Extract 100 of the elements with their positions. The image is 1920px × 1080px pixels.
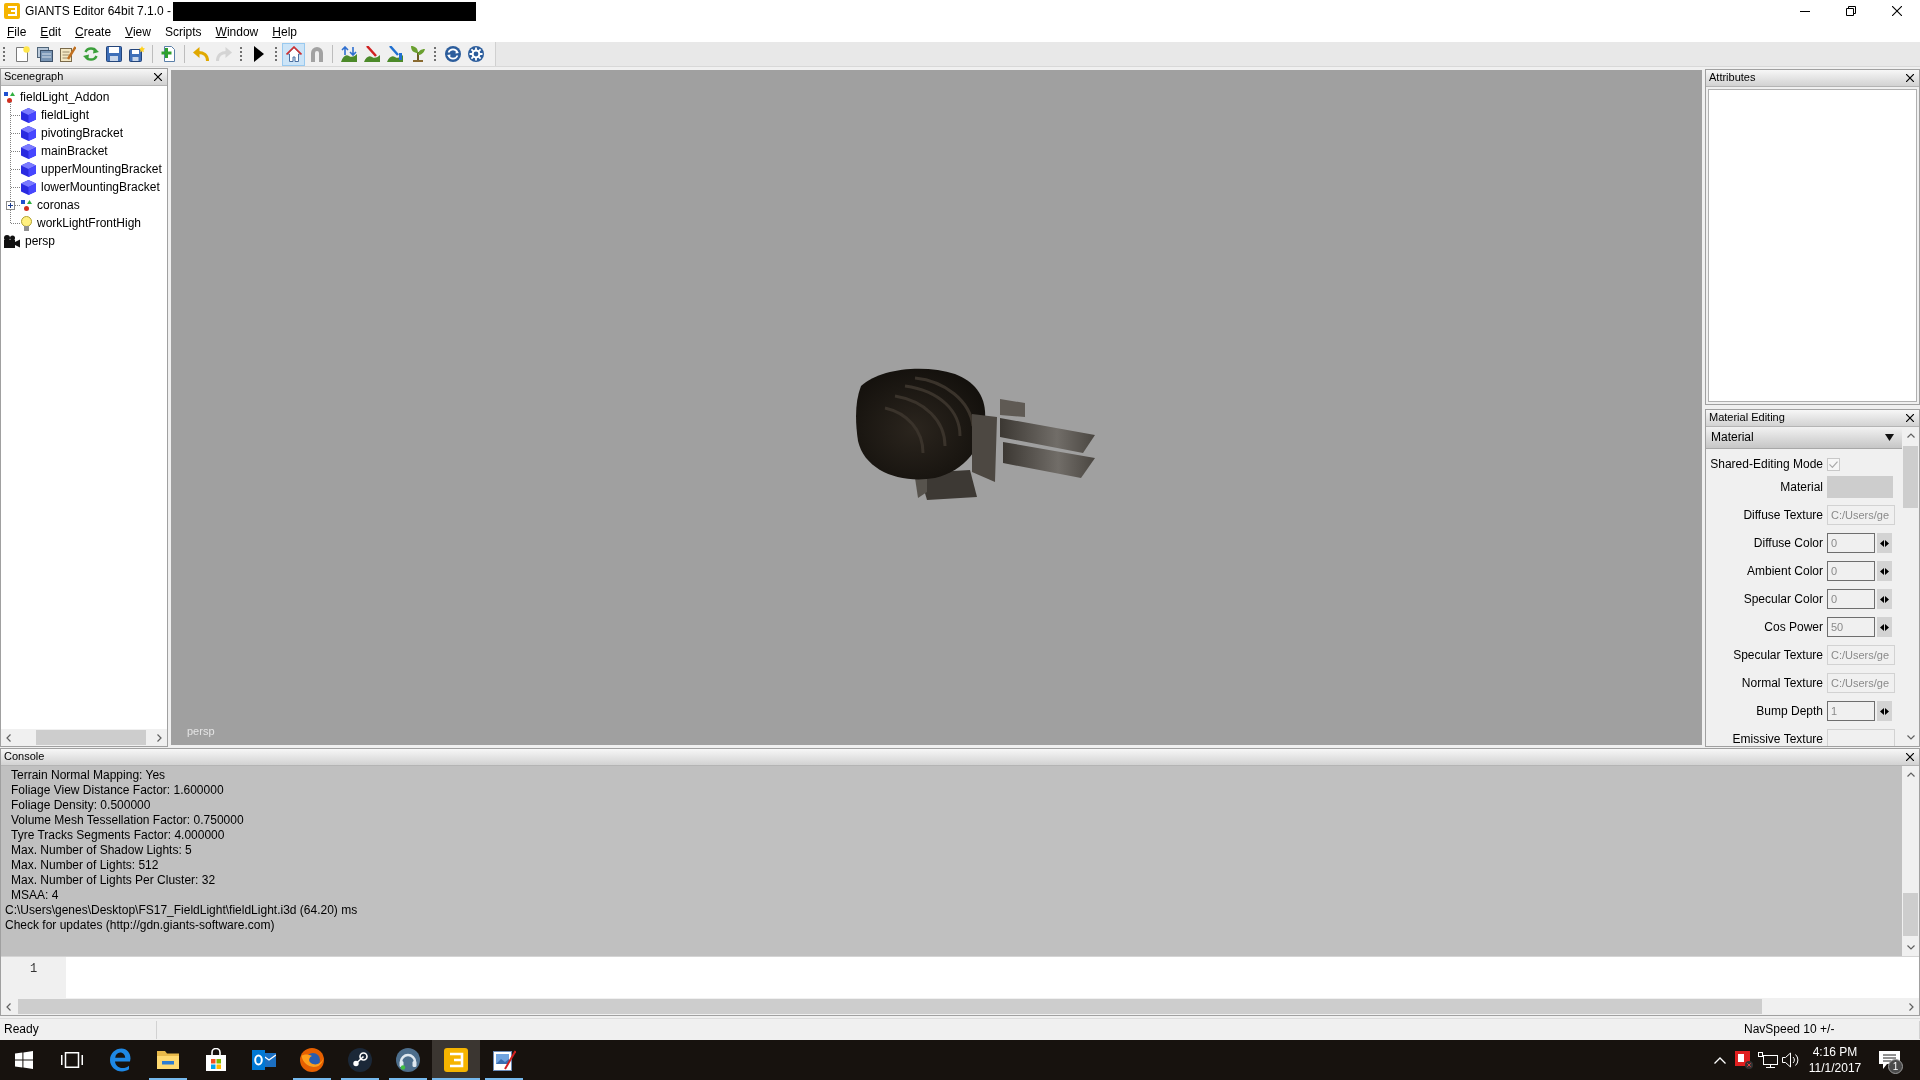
- console-line: Foliage View Distance Factor: 1.600000: [10, 783, 225, 798]
- gear-icon: [467, 46, 484, 62]
- spin-arrows-icon: [1880, 623, 1889, 631]
- tree-item[interactable]: fieldLight: [41, 107, 90, 123]
- tree-item[interactable]: lowerMountingBracket: [41, 179, 160, 195]
- console-line: Max. Number of Lights Per Cluster: 32: [10, 873, 217, 888]
- menu-item[interactable]: View: [118, 22, 158, 42]
- close-icon: [1892, 6, 1902, 16]
- hill-arrows-icon: [340, 46, 357, 62]
- notification-button[interactable]: 1: [1869, 1040, 1909, 1080]
- menu-item[interactable]: Edit: [33, 22, 69, 42]
- console-line: MSAA: 4: [10, 888, 60, 903]
- field-label: Diffuse Texture: [1742, 507, 1823, 523]
- spin-button[interactable]: [1877, 561, 1892, 581]
- menu-item[interactable]: Scripts: [157, 22, 209, 42]
- save-icon: [105, 46, 122, 62]
- spin-button[interactable]: [1877, 701, 1892, 721]
- cube-icon: [21, 179, 36, 195]
- spin-arrows-icon: [1880, 567, 1889, 575]
- disc-logo-icon: [348, 1048, 372, 1072]
- viewport-label: persp: [187, 724, 215, 738]
- app-logo-icon: [444, 1048, 468, 1072]
- fox-globe-icon: [300, 1048, 324, 1072]
- tree-item[interactable]: fieldLight_Addon: [20, 89, 110, 105]
- spin-button[interactable]: [1877, 617, 1892, 637]
- close-icon: [1905, 753, 1914, 761]
- scrollbar-thumb[interactable]: [18, 999, 1762, 1014]
- tree-item[interactable]: persp: [25, 233, 56, 249]
- spin-button[interactable]: [1877, 533, 1892, 553]
- panel-close-button[interactable]: [151, 70, 164, 84]
- console-line: Terrain Normal Mapping: Yes: [10, 768, 167, 783]
- cube-icon: [21, 107, 36, 123]
- chevron-down-icon[interactable]: [1906, 945, 1915, 950]
- tree-item[interactable]: workLightFrontHigh: [37, 215, 142, 231]
- field-label: Bump Depth: [1755, 703, 1823, 719]
- console-line: Foliage Density: 0.500000: [10, 798, 152, 813]
- taskbar-button[interactable]: [432, 1040, 480, 1080]
- redo-icon: [215, 46, 232, 62]
- console-line: Tyre Tracks Segments Factor: 4.000000: [10, 828, 226, 843]
- field-label: Normal Texture: [1740, 675, 1823, 691]
- shapes-icon: [21, 199, 32, 211]
- network-icon: [1757, 1052, 1778, 1068]
- tree-item[interactable]: upperMountingBracket: [41, 161, 162, 177]
- volume-icon: [1781, 1052, 1799, 1068]
- shopping-bag-icon: [204, 1048, 228, 1072]
- start-icon: [15, 1051, 33, 1069]
- field-label: Specular Texture: [1732, 647, 1823, 663]
- field-label: Diffuse Color: [1752, 535, 1823, 551]
- triangle-down-icon: [1885, 434, 1894, 441]
- refresh-icon: [82, 46, 99, 62]
- nav-speed-text: NavSpeed 10 +/-: [1744, 1020, 1920, 1039]
- mail-app-icon: [252, 1048, 276, 1072]
- field-label: Specular Color: [1742, 591, 1823, 607]
- spin-button[interactable]: [1877, 589, 1892, 609]
- plus-box-icon[interactable]: [6, 201, 15, 210]
- panel-close-button[interactable]: [1903, 411, 1916, 425]
- headset-icon: [396, 1048, 420, 1072]
- field-label: Shared-Editing Mode: [1709, 456, 1823, 472]
- console-line: Volume Mesh Tessellation Factor: 0.750000: [10, 813, 245, 828]
- console-line: C:\Users\genes\Desktop\FS17_FieldLight\fieldLight.i3d (64.20) ms: [4, 903, 359, 918]
- tree-item[interactable]: mainBracket: [41, 143, 108, 159]
- sprout-icon: [409, 46, 426, 62]
- tree-item[interactable]: pivotingBracket: [41, 125, 124, 141]
- menu-item[interactable]: Create: [68, 22, 119, 42]
- chevron-right-icon[interactable]: [157, 733, 162, 742]
- scrollbar-thumb[interactable]: [1903, 446, 1918, 508]
- camera-icon: [4, 234, 20, 248]
- image-pen-icon: [492, 1048, 516, 1072]
- spin-arrows-icon: [1880, 595, 1889, 603]
- clock-button[interactable]: 4:16 PM 11/1/2017: [1801, 1040, 1869, 1080]
- script-input-field[interactable]: [66, 957, 1919, 998]
- tree-item[interactable]: coronas: [37, 197, 80, 213]
- undo-icon: [192, 46, 209, 62]
- shapes-icon: [4, 91, 15, 103]
- menu-item[interactable]: File: [0, 22, 34, 42]
- section-toggle[interactable]: Material: [1706, 427, 1902, 449]
- hill-brush-icon: [363, 46, 380, 62]
- chevron-up-icon[interactable]: [1906, 772, 1915, 777]
- chevron-up-icon[interactable]: [1906, 433, 1915, 438]
- document-stack-icon: [36, 46, 53, 62]
- window-title: GIANTS Editor 64bit 7.1.0 -: [25, 3, 172, 19]
- field-label: Ambient Color: [1745, 563, 1823, 579]
- console-line: Max. Number of Lights: 512: [10, 858, 160, 873]
- panel-title: Attributes: [1709, 71, 1756, 85]
- scrollbar-thumb[interactable]: [36, 730, 146, 745]
- line-number: 1: [29, 962, 38, 977]
- chevron-right-icon[interactable]: [1909, 1002, 1914, 1011]
- cube-icon: [21, 125, 36, 141]
- scrollbar-thumb[interactable]: [1903, 893, 1918, 936]
- chevron-down-icon[interactable]: [1906, 735, 1915, 740]
- menu-item[interactable]: Window: [208, 22, 266, 42]
- field-label: Cos Power: [1763, 619, 1823, 635]
- hill-brush-icon: [386, 46, 403, 62]
- minimize-icon: [1800, 10, 1810, 12]
- chevron-left-icon[interactable]: [6, 733, 11, 742]
- chevron-left-icon[interactable]: [6, 1002, 11, 1011]
- app-alert-icon: [1735, 1051, 1753, 1069]
- menu-item[interactable]: Help: [265, 22, 304, 42]
- panel-close-button[interactable]: [1903, 71, 1916, 85]
- panel-close-button[interactable]: [1903, 750, 1916, 764]
